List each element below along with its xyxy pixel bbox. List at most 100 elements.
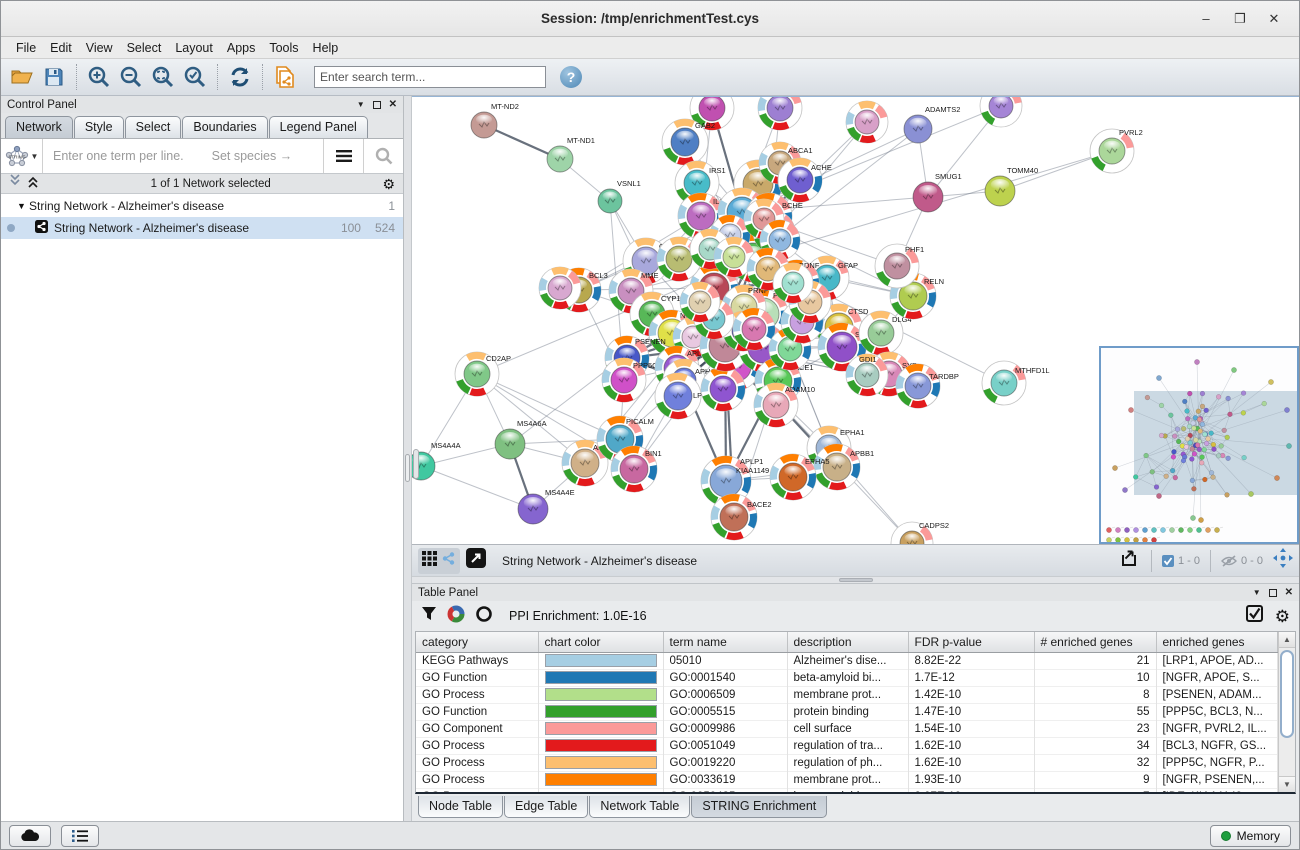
network-canvas[interactable]: MT-ND2MT-ND1VSNL1MS4A6AMS4A4AMS4A4EADAMT… (412, 96, 1299, 544)
search-input[interactable] (314, 66, 546, 88)
network-node-PVRL2[interactable]: PVRL2 (1090, 128, 1143, 173)
network-node-F13[interactable] (680, 282, 720, 322)
menu-item-select[interactable]: Select (120, 39, 169, 57)
tab-select[interactable]: Select (125, 116, 182, 138)
zoom-fit-icon[interactable] (148, 62, 178, 92)
network-panel-gear-icon[interactable]: ⚙ (382, 177, 395, 191)
expand-all-icon[interactable] (27, 174, 39, 193)
minimize-button[interactable]: – (1191, 7, 1221, 31)
string-logo-icon[interactable]: STRING ▼ (1, 139, 43, 173)
refresh-network-icon[interactable] (225, 62, 255, 92)
memory-button[interactable]: Memory (1210, 825, 1291, 847)
network-node-TOMM40[interactable]: TOMM40 (985, 166, 1038, 206)
network-node-GDI1[interactable]: GDI1 (846, 354, 888, 396)
network-node-pinkTop[interactable] (846, 101, 888, 143)
panel-menu-icon[interactable]: ▼ (357, 100, 365, 109)
network-node-ADAM10[interactable]: ADAM10 (754, 383, 815, 427)
network-node-purTop2[interactable] (980, 97, 1022, 127)
save-session-icon[interactable] (39, 62, 69, 92)
network-node-CADPS2[interactable]: CADPS2 (891, 521, 949, 544)
network-node-VSNL1[interactable]: VSNL1 (598, 179, 641, 213)
network-node-MS4A4A[interactable]: MS4A4A (412, 441, 461, 480)
network-node-F12[interactable] (773, 263, 813, 303)
menu-item-tools[interactable]: Tools (262, 39, 305, 57)
panel-float-icon[interactable] (373, 101, 381, 109)
cloud-button[interactable] (9, 825, 51, 847)
network-node-violet1[interactable] (701, 367, 745, 411)
tab-boundaries[interactable]: Boundaries (182, 116, 267, 138)
tab-legend-panel[interactable]: Legend Panel (269, 116, 368, 138)
tab-style[interactable]: Style (74, 116, 124, 138)
table-panel-float-icon[interactable] (1269, 589, 1277, 597)
table-row[interactable]: GO ProcessGO:0051049regulation of tra...… (416, 737, 1278, 754)
table-row[interactable]: GO FunctionGO:0001540beta-amyloid bi...1… (416, 669, 1278, 686)
table-settings-gear-icon[interactable]: ⚙ (1275, 608, 1290, 625)
column-header-enriched-genes[interactable]: enriched genes (1156, 632, 1278, 652)
menu-item-apps[interactable]: Apps (220, 39, 263, 57)
panel-close-icon[interactable]: ✕ (389, 99, 397, 110)
select-rows-icon[interactable] (1246, 605, 1263, 627)
open-session-icon[interactable] (7, 62, 37, 92)
tab-network[interactable]: Network (5, 116, 73, 138)
network-node-MTHFD1L[interactable]: MTHFD1L (982, 361, 1050, 405)
network-node-TARDBP[interactable]: TARDBP (896, 364, 959, 408)
zoom-in-icon[interactable] (84, 62, 114, 92)
collection-caret-icon[interactable]: ▼ (17, 201, 29, 211)
menu-item-file[interactable]: File (9, 39, 43, 57)
network-node-MT-ND2[interactable]: MT-ND2 (471, 102, 519, 138)
table-tab-node-table[interactable]: Node Table (418, 796, 503, 818)
set-species-label[interactable]: Set species → (212, 149, 293, 163)
table-row[interactable]: GO ProcessGO:0050435beta-amyloid m...2.0… (416, 788, 1278, 794)
scroll-down-icon[interactable]: ▼ (1279, 776, 1295, 792)
string-query-placeholder[interactable]: Enter one term per line. (53, 149, 184, 163)
ring-chart-icon[interactable] (475, 605, 493, 628)
task-list-button[interactable] (61, 825, 99, 847)
table-tab-network-table[interactable]: Network Table (589, 796, 690, 818)
scrollbar-thumb[interactable] (1280, 650, 1294, 738)
birds-eye-view[interactable] (1099, 346, 1299, 544)
scroll-up-icon[interactable]: ▲ (1279, 632, 1295, 648)
table-row[interactable]: KEGG Pathways05010Alzheimer's dise...8.8… (416, 652, 1278, 669)
column-header-description[interactable]: description (787, 632, 908, 652)
table-header-row[interactable]: categorychart colorterm namedescriptionF… (416, 632, 1278, 652)
network-node-MT-ND1[interactable]: MT-ND1 (547, 136, 595, 172)
export-network-icon[interactable] (1119, 547, 1141, 574)
horizontal-splitter[interactable] (412, 576, 1299, 584)
string-options-icon[interactable] (323, 139, 363, 173)
menu-item-help[interactable]: Help (306, 39, 346, 57)
network-collection-row[interactable]: ▼ String Network - Alzheimer's disease 1 (1, 195, 403, 217)
panel-divider[interactable] (404, 96, 412, 821)
column-header-term-name[interactable]: term name (663, 632, 787, 652)
copy-share-icon[interactable] (270, 62, 300, 92)
network-node-MS4A6A[interactable]: MS4A6A (495, 419, 547, 459)
column-header--enriched-genes[interactable]: # enriched genes (1034, 632, 1156, 652)
network-node-PPP5C[interactable]: PPP5C (602, 358, 658, 402)
canvas-side-grip[interactable] (413, 449, 419, 479)
zoom-selected-icon[interactable] (180, 62, 210, 92)
close-button[interactable]: ✕ (1259, 7, 1289, 31)
table-tab-edge-table[interactable]: Edge Table (504, 796, 588, 818)
maximize-button[interactable]: ❐ (1225, 7, 1255, 31)
menu-item-view[interactable]: View (79, 39, 120, 57)
table-panel-close-icon[interactable]: ✕ (1285, 587, 1293, 598)
table-row[interactable]: GO FunctionGO:0005515protein binding1.47… (416, 703, 1278, 720)
network-node-BACE2[interactable]: BACE2 (711, 494, 772, 540)
network-node-APBB1[interactable]: APBB1 (814, 444, 874, 490)
detach-view-icon[interactable] (466, 548, 486, 573)
table-row[interactable]: GO ComponentGO:0009986cell surface1.54E-… (416, 720, 1278, 737)
menu-item-layout[interactable]: Layout (168, 39, 220, 57)
collapse-all-icon[interactable] (9, 174, 21, 193)
string-view-icon[interactable] (441, 551, 456, 571)
chart-settings-icon[interactable] (447, 605, 465, 628)
column-header-fdr-p-value[interactable]: FDR p-value (908, 632, 1034, 652)
navigate-icon[interactable] (1273, 548, 1293, 573)
network-node-SMUG1[interactable]: SMUG1 (913, 172, 962, 212)
table-row[interactable]: GO ProcessGO:0019220regulation of ph...1… (416, 754, 1278, 771)
zoom-out-icon[interactable] (116, 62, 146, 92)
menu-item-edit[interactable]: Edit (43, 39, 79, 57)
string-search-icon[interactable] (363, 139, 403, 173)
network-node-BIN1[interactable]: BIN1 (611, 446, 662, 492)
network-node-ACHE[interactable]: ACHE (778, 158, 832, 202)
network-node-F8[interactable] (733, 308, 775, 350)
network-row[interactable]: String Network - Alzheimer's disease 100… (1, 217, 403, 239)
